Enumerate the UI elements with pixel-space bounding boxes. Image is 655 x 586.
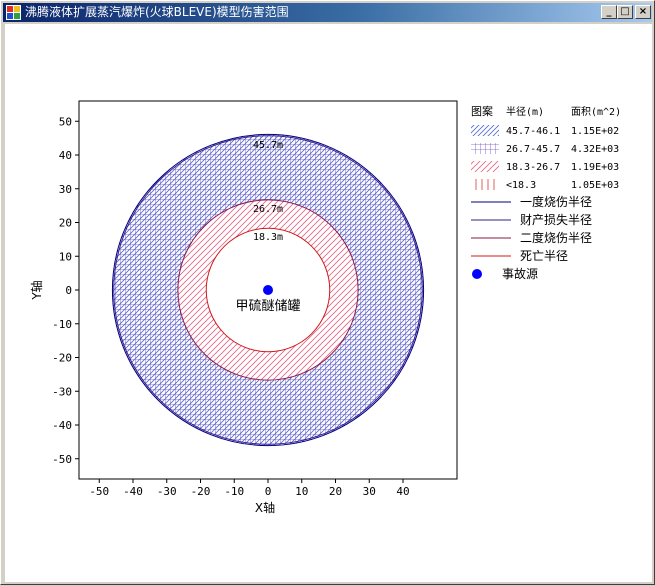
close-button[interactable]: ×: [635, 5, 651, 19]
legend-line-label-2: 财产损失半径: [520, 212, 592, 227]
circle-label-3: 18.3m: [253, 232, 283, 243]
y-tick-label: -30: [52, 385, 72, 398]
legend: 图案 半径(m) 面积(m^2) 45.7-46.1 1.15E+02 26.7-4…: [471, 104, 621, 281]
y-axis-ticks: 50 40 30 20 10 0 -10 -20 -30 -40 -50: [52, 115, 79, 466]
legend-range-1: 45.7-46.1: [506, 126, 560, 137]
legend-header-radius: 半径(m): [506, 105, 544, 118]
x-tick-label: -50: [89, 485, 109, 498]
x-tick-label: -20: [191, 485, 211, 498]
y-tick-label: 50: [59, 115, 72, 128]
x-tick-label: 40: [396, 485, 409, 498]
x-axis-ticks: -50 -40 -30 -20 -10 0 10 20 30 40: [89, 479, 410, 498]
legend-swatch-4: [471, 179, 499, 190]
y-tick-label: -50: [52, 453, 72, 466]
x-tick-label: 10: [295, 485, 308, 498]
x-tick-label: 30: [363, 485, 376, 498]
legend-area-3: 1.19E+03: [571, 162, 619, 173]
y-tick-label: 0: [65, 284, 72, 297]
y-tick-label: 40: [59, 149, 72, 162]
circle-label-1: 45.7m: [253, 140, 283, 151]
legend-header-pattern: 图案: [471, 104, 493, 118]
minimize-button[interactable]: _: [601, 5, 617, 19]
x-tick-label: -10: [224, 485, 244, 498]
x-tick-label: -40: [123, 485, 143, 498]
x-axis-label: X轴: [255, 500, 275, 515]
legend-source-marker: [472, 269, 482, 279]
y-axis-label: Y轴: [29, 280, 44, 300]
source-label: 甲硫醚储罐: [235, 299, 300, 314]
y-tick-label: -40: [52, 419, 72, 432]
x-tick-label: -30: [157, 485, 177, 498]
legend-line-label-3: 二度烧伤半径: [520, 230, 592, 245]
y-tick-label: 20: [59, 217, 72, 230]
y-tick-label: -20: [52, 352, 72, 365]
maximize-button[interactable]: □: [617, 5, 633, 19]
legend-area-2: 4.32E+03: [571, 144, 619, 155]
title-bar[interactable]: 沸腾液体扩展蒸汽爆炸(火球BLEVE)模型伤害范围 _ □ ×: [3, 3, 652, 22]
circle-label-2: 26.7m: [253, 204, 283, 215]
legend-source-label: 事故源: [502, 266, 538, 281]
y-tick-label: 10: [59, 250, 72, 263]
app-icon: [6, 5, 21, 20]
legend-range-3: 18.3-26.7: [506, 162, 560, 173]
x-tick-label: 20: [329, 485, 342, 498]
legend-swatch-2: [471, 143, 499, 154]
app-window: 沸腾液体扩展蒸汽爆炸(火球BLEVE)模型伤害范围 _ □ × 45.7m 26…: [0, 0, 655, 585]
window-title: 沸腾液体扩展蒸汽爆炸(火球BLEVE)模型伤害范围: [25, 5, 289, 19]
legend-area-1: 1.15E+02: [571, 126, 619, 137]
legend-area-4: 1.05E+03: [571, 180, 619, 191]
damage-range-chart: 45.7m 26.7m 18.3m 甲硫醚储罐 -50 -40 -30 -20 -10 0 10…: [29, 100, 621, 515]
chart-area: 45.7m 26.7m 18.3m 甲硫醚储罐 -50 -40 -30 -20 -10 0 10…: [5, 24, 652, 582]
legend-swatch-1: [471, 125, 499, 136]
legend-lines: 一度烧伤半径财产损失半径二度烧伤半径死亡半径事故源: [471, 194, 592, 281]
legend-range-2: 26.7-45.7: [506, 144, 560, 155]
source-marker: [263, 285, 273, 295]
x-tick-label: 0: [265, 485, 272, 498]
y-tick-label: 30: [59, 183, 72, 196]
legend-line-label-1: 一度烧伤半径: [520, 194, 592, 209]
legend-line-label-4: 死亡半径: [520, 249, 568, 263]
y-tick-label: -10: [52, 318, 72, 331]
legend-swatch-3: [471, 161, 499, 172]
legend-header-area: 面积(m^2): [571, 106, 621, 118]
legend-zones: 45.7-46.1 1.15E+02 26.7-45.7 4.32E+03 18.3-2…: [471, 125, 619, 191]
legend-range-4: <18.3: [506, 180, 536, 191]
